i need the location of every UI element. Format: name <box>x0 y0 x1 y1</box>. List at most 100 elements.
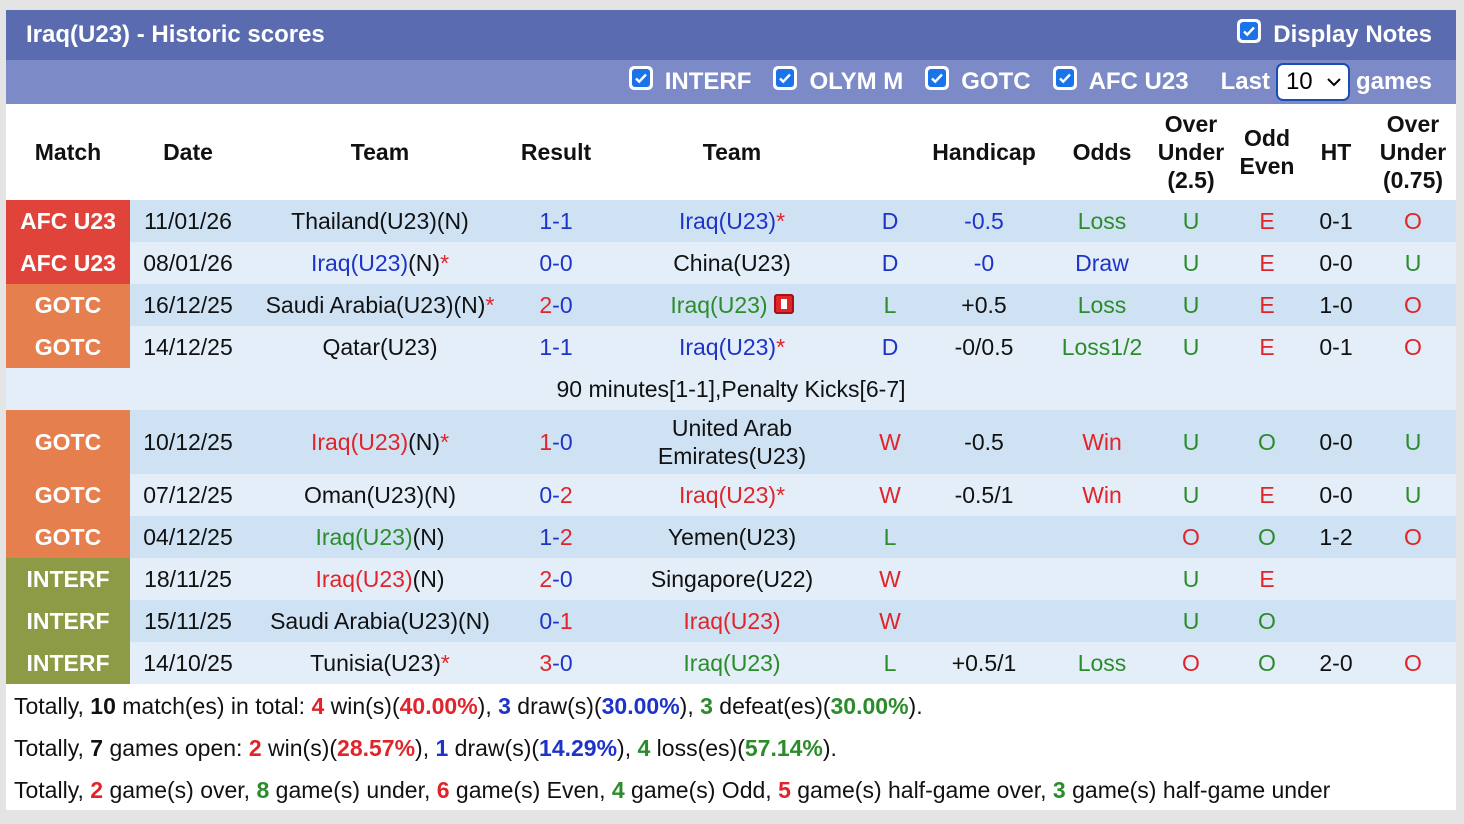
filter-interf[interactable]: INTERF <box>628 66 751 96</box>
team1-name: Iraq(U23) <box>310 249 409 276</box>
historic-scores-panel: Iraq(U23) - Historic scores Display Note… <box>6 10 1456 810</box>
match-result: 0-0 <box>514 242 598 284</box>
odd-even: E <box>1232 284 1302 326</box>
result-outcome: W <box>866 600 914 642</box>
team2-star: * <box>776 333 786 360</box>
competition-label: INTERF <box>26 649 110 676</box>
away-team: Iraq(U23)* <box>598 474 866 516</box>
odds: Win <box>1054 410 1150 474</box>
table-row[interactable]: GOTC 04/12/25 Iraq(U23)(N) 1-2 Yemen(U23) L O O… <box>6 516 1456 558</box>
date-text: 04/12/25 <box>143 523 233 550</box>
team2-name: Iraq(U23) <box>678 333 777 360</box>
match-date: 14/12/25 <box>130 326 246 368</box>
team1-name: Saudi Arabia(U23)(N) <box>265 291 486 318</box>
odds: Loss1/2 <box>1054 326 1150 368</box>
odd-even: E <box>1232 326 1302 368</box>
team2-name: Iraq(U23) <box>678 207 777 234</box>
competition-label: INTERF <box>26 607 110 634</box>
odd-even-value: O <box>1258 607 1276 634</box>
col-match: Match <box>6 104 130 200</box>
table-row[interactable]: GOTC 14/12/25 Qatar(U23) 1-1 Iraq(U23)* D -0/0… <box>6 326 1456 368</box>
table-row[interactable]: GOTC 16/12/25 Saudi Arabia(U23)(N)* 2-0 Iraq… <box>6 284 1456 326</box>
half-time <box>1302 558 1370 600</box>
table-row[interactable]: GOTC 07/12/25 Oman(U23)(N) 0-2 Iraq(U23)* W -0… <box>6 474 1456 516</box>
handicap <box>914 558 1054 600</box>
ht-score: 0-1 <box>1319 333 1353 360</box>
date-text: 10/12/25 <box>143 429 233 455</box>
table-row[interactable]: INTERF 15/11/25 Saudi Arabia(U23)(N) 0-1 Ira… <box>6 600 1456 642</box>
display-notes-toggle[interactable]: Display Notes <box>1237 19 1432 49</box>
result-letter: L <box>883 291 897 318</box>
over-under-075: O <box>1370 326 1456 368</box>
competition-label: GOTC <box>34 291 102 318</box>
team1-star: * <box>440 249 450 276</box>
checkbox-checked-icon[interactable] <box>1237 19 1262 43</box>
team2-name: Iraq(U23) <box>683 607 781 634</box>
table-row[interactable]: GOTC 10/12/25 Iraq(U23)(N)* 1-0 United Arab E… <box>6 410 1456 474</box>
score-away: 0 <box>559 565 573 592</box>
filter-afc[interactable]: AFC U23 <box>1052 66 1189 96</box>
score-home: 0 <box>539 249 553 276</box>
half-time: 1-0 <box>1302 284 1370 326</box>
games-count-select[interactable]: 10 <box>1275 63 1350 101</box>
checkbox-checked-icon[interactable] <box>925 66 950 90</box>
match-result: 1-1 <box>514 326 598 368</box>
match-competition: GOTC <box>6 410 130 474</box>
match-date: 07/12/25 <box>130 474 246 516</box>
score-dash: - <box>552 333 560 360</box>
result-letter: L <box>883 523 897 550</box>
table-row[interactable]: AFC U23 11/01/26 Thailand(U23)(N) 1-1 Iraq(U… <box>6 200 1456 242</box>
table-row[interactable]: INTERF 14/10/25 Tunisia(U23)* 3-0 Iraq(U23) L… <box>6 642 1456 684</box>
score-home: 1 <box>539 207 553 234</box>
filter-gotc-label: GOTC <box>961 68 1031 95</box>
over-under-value: U <box>1182 481 1200 508</box>
half-time: 1-2 <box>1302 516 1370 558</box>
team1-suffix: (N) <box>408 429 441 455</box>
half-time: 0-1 <box>1302 200 1370 242</box>
match-date: 15/11/25 <box>130 600 246 642</box>
odds: Win <box>1054 474 1150 516</box>
over-under-075: U <box>1370 474 1456 516</box>
match-competition: AFC U23 <box>6 200 130 242</box>
score-dash: - <box>552 291 560 318</box>
checkbox-checked-icon[interactable] <box>773 66 798 90</box>
checkbox-checked-icon[interactable] <box>628 66 653 90</box>
team2-name: United Arab <box>671 415 793 441</box>
over-under: U <box>1150 558 1232 600</box>
handicap: +0.5/1 <box>914 642 1054 684</box>
date-text: 15/11/25 <box>144 607 232 634</box>
over-under-075-value: U <box>1404 249 1422 276</box>
result-outcome: L <box>866 642 914 684</box>
over-under: U <box>1150 284 1232 326</box>
half-time: 0-0 <box>1302 410 1370 474</box>
team2-name: Iraq(U23) <box>670 291 768 318</box>
table-row[interactable]: INTERF 18/11/25 Iraq(U23)(N) 2-0 Singapore(U… <box>6 558 1456 600</box>
half-time: 0-0 <box>1302 474 1370 516</box>
over-under: U <box>1150 242 1232 284</box>
over-under: O <box>1150 642 1232 684</box>
table-row[interactable]: AFC U23 08/01/26 Iraq(U23)(N)* 0-0 China(U23… <box>6 242 1456 284</box>
half-time: 0-1 <box>1302 326 1370 368</box>
totals-line-1: Totally, 10 match(es) in total: 4 win(s)… <box>14 693 923 719</box>
match-date: 14/10/25 <box>130 642 246 684</box>
team2-star: * <box>776 207 786 234</box>
match-result: 0-2 <box>514 474 598 516</box>
match-result: 2-0 <box>514 284 598 326</box>
team1-star: * <box>440 429 450 455</box>
totals: Totally, 10 match(es) in total: 4 win(s)… <box>6 686 1456 810</box>
chevron-down-icon <box>1327 78 1341 87</box>
match-result: 3-0 <box>514 642 598 684</box>
checkbox-checked-icon[interactable] <box>1052 66 1077 90</box>
filter-olym[interactable]: OLYM M <box>773 66 903 96</box>
home-team: Saudi Arabia(U23)(N)* <box>246 284 514 326</box>
title-bar: Iraq(U23) - Historic scores Display Note… <box>6 10 1456 60</box>
odds-value: Loss <box>1077 291 1127 318</box>
handicap: -0.5 <box>914 200 1054 242</box>
filter-afc-label: AFC U23 <box>1088 68 1189 95</box>
filter-gotc[interactable]: GOTC <box>925 66 1031 96</box>
ht-score: 0-0 <box>1319 429 1353 455</box>
score-away: 0 <box>559 429 573 455</box>
team1-name: Qatar(U23) <box>322 333 438 360</box>
score-home: 1 <box>539 333 553 360</box>
odds: Loss <box>1054 284 1150 326</box>
